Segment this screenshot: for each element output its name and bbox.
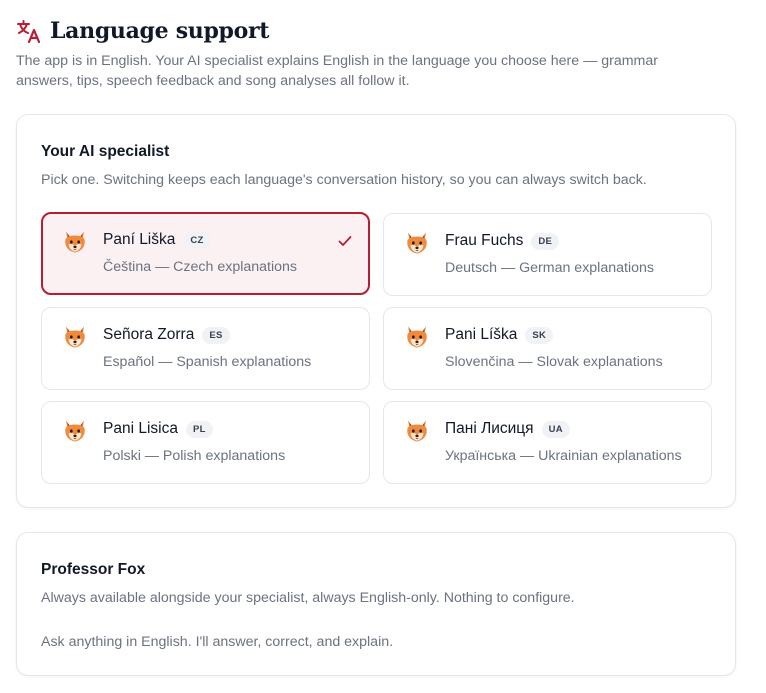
- professor-note: Ask anything in English. I'll answer, co…: [41, 634, 394, 650]
- fox-icon: [62, 418, 88, 444]
- specialist-option-es[interactable]: Señora Zorra ES Español — Spanish explan…: [41, 307, 370, 390]
- fox-icon: [404, 418, 430, 444]
- professor-title: Professor Fox: [41, 561, 146, 578]
- option-description: Українська — Ukrainian explanations: [445, 448, 682, 464]
- fox-icon: [62, 229, 88, 255]
- fox-icon: [62, 324, 88, 350]
- language-code-badge: UA: [541, 420, 570, 438]
- specialist-title: Your AI specialist: [41, 143, 170, 160]
- language-code-badge: CZ: [183, 231, 211, 249]
- language-code-badge: PL: [185, 420, 213, 438]
- option-name: Frau Fuchs: [445, 232, 524, 249]
- page-title: Language support: [50, 18, 270, 44]
- option-description: Slovenčina — Slovak explanations: [445, 354, 663, 370]
- specialist-option-ua[interactable]: Пані Лисиця UA Українська — Ukrainian ex…: [383, 401, 712, 484]
- specialist-option-sk[interactable]: Pani Líška SK Slovenčina — Slovak explan…: [383, 307, 712, 390]
- option-name: Pani Lisica: [103, 420, 178, 437]
- language-support-page: Language support The app is in English. …: [0, 0, 766, 693]
- header: Language support: [16, 14, 750, 48]
- specialist-description: Pick one. Switching keeps each language'…: [41, 172, 647, 188]
- option-name-row: Pani Líška SK: [445, 326, 554, 344]
- option-description: Deutsch — German explanations: [445, 260, 654, 276]
- option-name-row: Señora Zorra ES: [103, 326, 230, 344]
- intro-text: The app is in English. Your AI specialis…: [16, 53, 658, 89]
- fox-icon: [404, 324, 430, 350]
- option-description: Polski — Polish explanations: [103, 448, 286, 464]
- option-name-row: Paní Liška CZ: [103, 231, 211, 249]
- translate-icon: [17, 20, 41, 44]
- fox-icon: [404, 230, 430, 256]
- specialist-option-de[interactable]: Frau Fuchs DE Deutsch — German explanati…: [383, 213, 712, 296]
- specialist-option-pl[interactable]: Pani Lisica PL Polski — Polish explanati…: [41, 401, 370, 484]
- specialist-card: Your AI specialist Pick one. Switching k…: [16, 114, 736, 508]
- option-name: Paní Liška: [103, 231, 176, 248]
- language-code-badge: SK: [525, 326, 554, 344]
- option-name: Señora Zorra: [103, 326, 195, 343]
- specialist-option-cz[interactable]: Paní Liška CZ Čeština — Czech explanatio…: [41, 212, 370, 295]
- option-description: Čeština — Czech explanations: [103, 259, 297, 275]
- option-name-row: Frau Fuchs DE: [445, 232, 560, 250]
- option-name: Пані Лисиця: [445, 420, 534, 437]
- checkmark-icon: [338, 236, 352, 246]
- language-code-badge: ES: [202, 326, 230, 344]
- option-name-row: Пані Лисиця UA: [445, 420, 570, 438]
- option-name-row: Pani Lisica PL: [103, 420, 213, 438]
- professor-description: Always available alongside your speciali…: [41, 590, 575, 606]
- option-name: Pani Líška: [445, 326, 518, 343]
- professor-card: Professor Fox Always available alongside…: [16, 532, 736, 676]
- option-description: Español — Spanish explanations: [103, 354, 312, 370]
- language-code-badge: DE: [531, 232, 560, 250]
